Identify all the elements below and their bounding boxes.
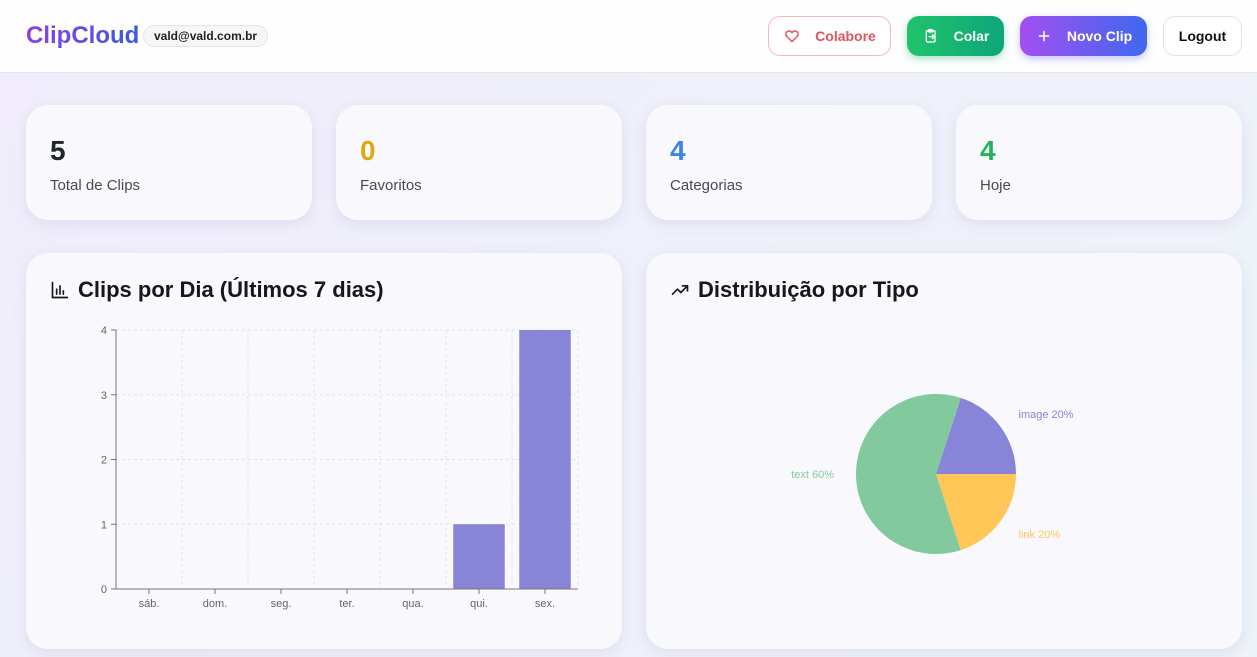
pie-chart: image 20% link 20% text 60% [791,394,1074,554]
stat-label: Total de Clips [50,177,141,194]
y-tick-label: 3 [101,390,107,402]
stat-card-favoritos: 0 Favoritos [336,105,622,220]
heart-icon [783,27,801,45]
user-email-badge: vald@vald.com.br [143,25,269,47]
stat-value: 4 [670,135,686,166]
stat-label: Hoje [980,177,1011,194]
clipboard-icon [922,27,940,45]
y-tick-label: 2 [101,455,107,467]
stat-value: 5 [50,135,66,166]
novo-clip-label: Novo Clip [1066,28,1133,44]
stat-card-categorias: 4 Categorias [646,105,932,220]
stat-value: 0 [360,135,376,166]
y-tick-label: 0 [101,584,107,596]
stat-value: 4 [980,135,996,166]
pie-label-image: image 20% [1019,409,1074,421]
x-tick-label: sex. [535,598,555,610]
y-tick-label: 1 [101,519,107,531]
stat-card-total-clips: 5 Total de Clips [26,105,312,220]
clips-per-day-card: Clips por Dia (Últimos 7 dias) 0 1 2 3 4 sáb.… [26,253,622,649]
pie-label-link: link 20% [1019,529,1061,541]
bar-chart: 0 1 2 3 4 sáb. dom. seg. ter. qua. qui. sex. [101,325,579,610]
colabore-button[interactable]: Colabore [768,16,891,56]
x-tick-label: sáb. [139,598,160,610]
colar-label: Colar [953,28,990,44]
brand-logo[interactable]: ClipCloud [26,22,139,50]
novo-clip-button[interactable]: Novo Clip [1020,16,1147,56]
bar [453,524,505,589]
x-tick-label: qui. [470,598,488,610]
colar-button[interactable]: Colar [907,16,1004,56]
pie-label-text: text 60% [791,469,834,481]
plus-icon [1035,27,1053,45]
top-bar: ClipCloud vald@vald.com.br Colabore Cola… [0,0,1257,73]
x-tick-label: ter. [339,598,354,610]
stat-card-hoje: 4 Hoje [956,105,1242,220]
x-tick-label: dom. [203,598,227,610]
x-tick-label: qua. [402,598,423,610]
y-tick-label: 4 [101,325,107,337]
x-tick-label: seg. [271,598,292,610]
stat-label: Favoritos [360,177,422,194]
bar [519,330,571,589]
colabore-label: Colabore [815,28,876,44]
logout-button[interactable]: Logout [1163,16,1242,56]
type-distribution-card: Distribuição por Tipo image 20% link 20% t… [646,253,1242,649]
stat-label: Categorias [670,177,743,194]
